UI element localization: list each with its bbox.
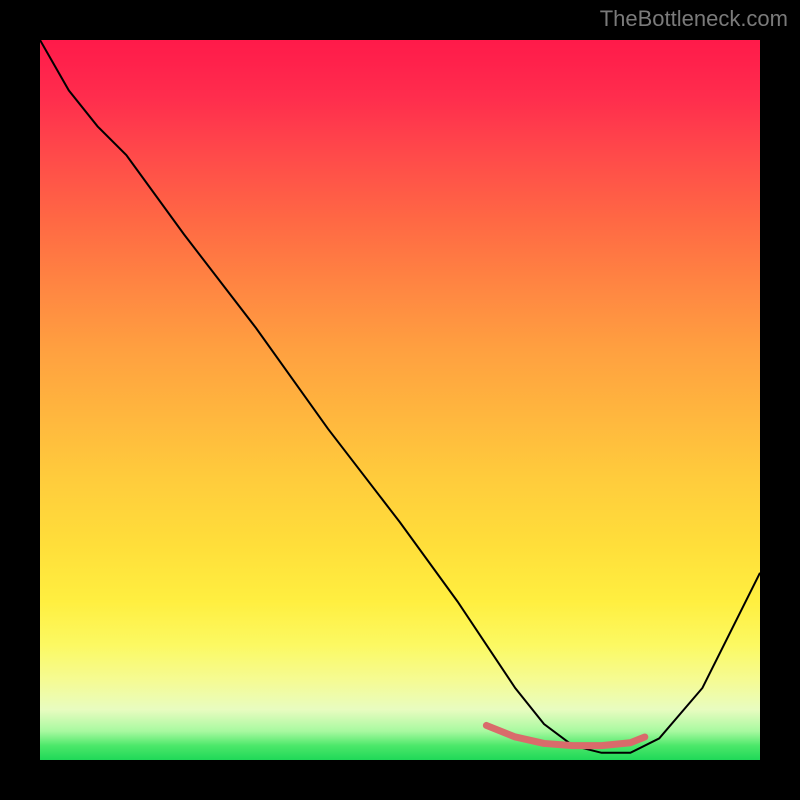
- optimal-range-highlight: [40, 40, 760, 760]
- watermark-text: TheBottleneck.com: [600, 6, 788, 32]
- chart-plot-area: [40, 40, 760, 760]
